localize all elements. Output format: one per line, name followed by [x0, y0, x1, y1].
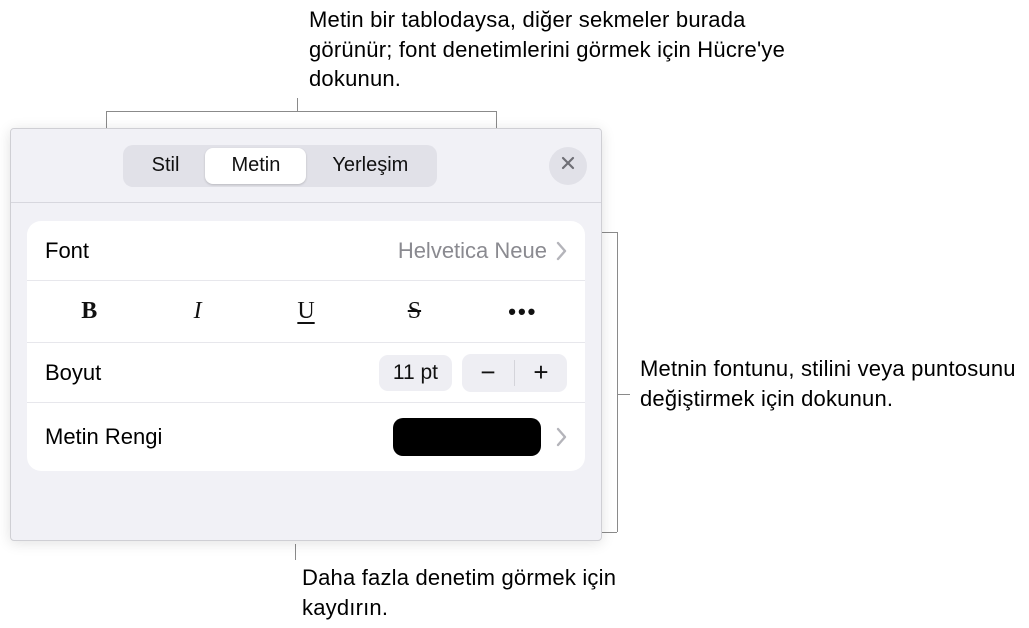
font-row[interactable]: Font Helvetica Neue — [27, 221, 585, 281]
size-row: Boyut 11 pt − + — [27, 343, 585, 403]
bold-icon: B — [81, 298, 97, 325]
leader-line — [106, 111, 107, 128]
underline-button[interactable]: U — [252, 281, 360, 342]
leader-line — [496, 111, 497, 128]
size-increase-button[interactable]: + — [515, 354, 567, 392]
close-button[interactable] — [549, 147, 587, 185]
leader-line — [602, 232, 617, 233]
callout-text-bottom: Daha fazla denetim görmek için kaydırın. — [302, 563, 622, 622]
callout-text-right: Metnin fontunu, stilini veya puntosunu d… — [640, 354, 1020, 413]
bold-button[interactable]: B — [35, 281, 143, 342]
more-styles-button[interactable]: ••• — [469, 281, 577, 342]
text-color-swatch[interactable] — [393, 418, 541, 456]
segmented-control: Stil Metin Yerleşim — [123, 145, 438, 187]
font-label: Font — [45, 238, 398, 264]
format-inspector-panel: Stil Metin Yerleşim Font Helvetica Neue — [10, 128, 602, 541]
close-icon — [560, 155, 576, 176]
callout-text-top: Metin bir tablodaysa, diğer sekmeler bur… — [309, 5, 789, 94]
leader-line — [297, 98, 298, 111]
underline-icon: U — [297, 298, 314, 325]
leader-line — [106, 111, 496, 112]
controls-card: Font Helvetica Neue B I U S — [27, 221, 585, 471]
tab-text[interactable]: Metin — [205, 148, 306, 184]
italic-icon: I — [194, 298, 202, 325]
size-value[interactable]: 11 pt — [379, 355, 452, 391]
italic-button[interactable]: I — [143, 281, 251, 342]
size-label: Boyut — [45, 360, 379, 386]
size-controls: 11 pt − + — [379, 354, 567, 392]
tab-layout[interactable]: Yerleşim — [306, 148, 434, 184]
size-decrease-button[interactable]: − — [462, 354, 514, 392]
chevron-right-icon — [555, 427, 567, 447]
panel-body: Font Helvetica Neue B I U S — [11, 203, 601, 487]
plus-icon: + — [533, 357, 548, 388]
text-color-row[interactable]: Metin Rengi — [27, 403, 585, 471]
leader-line — [617, 232, 618, 532]
leader-line — [617, 394, 630, 395]
tab-style[interactable]: Stil — [126, 148, 206, 184]
minus-icon: − — [480, 357, 495, 388]
strikethrough-icon: S — [408, 298, 421, 325]
panel-header: Stil Metin Yerleşim — [11, 129, 601, 203]
segmented-control-wrap: Stil Metin Yerleşim — [25, 145, 535, 187]
leader-line — [295, 544, 296, 560]
text-color-label: Metin Rengi — [45, 424, 393, 450]
text-style-row: B I U S ••• — [27, 281, 585, 343]
font-value: Helvetica Neue — [398, 238, 547, 264]
strikethrough-button[interactable]: S — [360, 281, 468, 342]
leader-line — [602, 532, 617, 533]
chevron-right-icon — [555, 241, 567, 261]
size-stepper: − + — [462, 354, 567, 392]
more-icon: ••• — [508, 299, 537, 325]
